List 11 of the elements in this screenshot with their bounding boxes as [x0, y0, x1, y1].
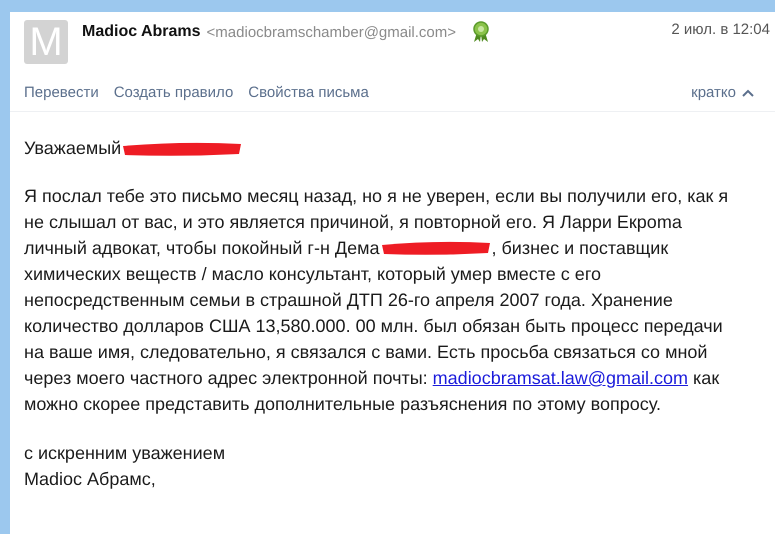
view-toggle[interactable]: кратко — [691, 84, 754, 101]
closing-text: с искренним уважением Madioc Абрамс, — [24, 442, 226, 491]
sender-name: Madioc Abrams — [82, 23, 201, 41]
message-date: 2 июл. в 12:04 — [671, 21, 770, 38]
action-link[interactable]: Перевести — [24, 84, 99, 101]
message-paragraph: Я послал тебе это письмо месяц назад, но я не уверен, если вы получили его, как я не слышал от вас, и это является причиной, я повторной его. Я Ларри Екроmа личный адвокат, чтобы покойный г-н Дема , бизнес и поставщик химических веществ / масло консультант, который умер вместе с его непосредственным семьи в страшной ДТП 26-го апреля 2007 года. Хранение количество долларов США 13,580.000. 00 млн. был обязан быть процесс передачи на ваше имя, следовательно, я связался с вами. Есть просьба связаться со мной через моего частного адрес электронной почты: madiocbramsat.law@gmail.com как можно скорее представить дополнительные разъяснения по этому вопросу. — [24, 185, 730, 416]
action-link[interactable]: Свойства письма — [248, 84, 369, 101]
sender-email: <madiocbramschamber@gmail.com> — [206, 24, 456, 40]
greeting-text: Уважаемый — [24, 138, 122, 159]
action-link[interactable]: Создать правило — [114, 84, 234, 101]
email-link[interactable]: madiocbramsat.law@gmail.com — [432, 368, 688, 388]
